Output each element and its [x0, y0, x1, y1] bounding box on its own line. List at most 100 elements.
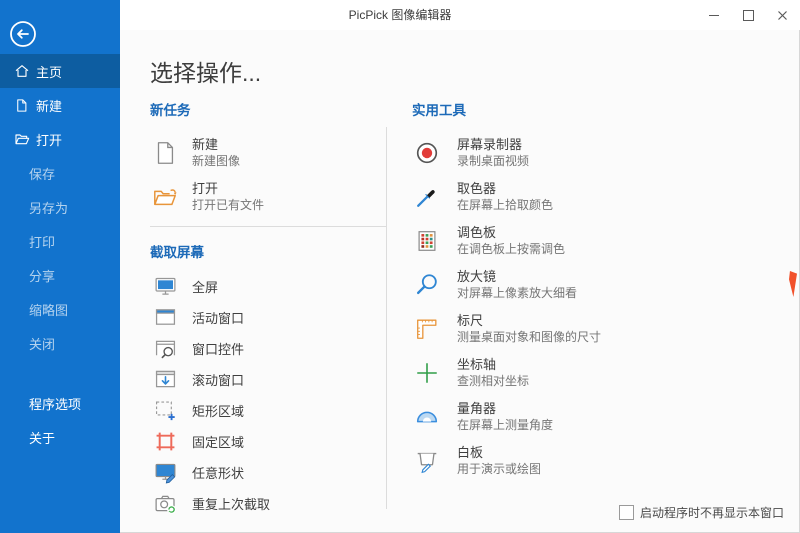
capture-label: 任意形状: [192, 466, 245, 481]
action-desc: 新建图像: [192, 153, 241, 168]
screen-recorder-icon: [412, 138, 442, 168]
back-button[interactable]: [8, 19, 38, 49]
tool-screen-recorder[interactable]: 屏幕录制器 录制桌面视频: [412, 133, 722, 173]
startup-checkbox[interactable]: [618, 505, 634, 520]
section-divider: [150, 226, 386, 227]
section-header-tools: 实用工具: [412, 103, 466, 118]
close-icon: [777, 11, 787, 20]
close-button[interactable]: [765, 1, 799, 30]
tool-protractor[interactable]: 量角器 在屏幕上测量角度: [412, 397, 722, 437]
capture-label: 重复上次截取: [192, 497, 271, 512]
tool-title: 标尺: [457, 312, 484, 328]
tool-desc: 在屏幕上测量角度: [457, 417, 554, 432]
capture-label: 全屏: [192, 280, 219, 295]
sidebar-item-options[interactable]: 程序选项: [0, 386, 120, 420]
sidebar-item-label: 分享: [29, 268, 56, 284]
capture-label: 活动窗口: [192, 311, 245, 326]
section-header-new-tasks: 新任务: [150, 103, 191, 118]
color-picker-icon: [412, 182, 442, 212]
capture-window-control[interactable]: 窗口控件: [150, 333, 386, 364]
capture-repeat-last[interactable]: 重复上次截取: [150, 488, 386, 519]
tool-whiteboard[interactable]: 白板 用于演示或绘图: [412, 441, 722, 481]
column-divider: [386, 127, 387, 509]
sidebar-item-save[interactable]: 保存: [0, 156, 120, 190]
tool-desc: 测量桌面对象和图像的尺寸: [457, 329, 602, 344]
window-control-icon: [150, 334, 180, 364]
tool-title: 调色板: [457, 224, 497, 240]
tool-desc: 在屏幕上拾取颜色: [457, 197, 554, 212]
minimize-button[interactable]: [697, 1, 731, 30]
tool-desc: 在调色板上按需调色: [457, 241, 566, 256]
sidebar-item-label: 另存为: [29, 200, 69, 216]
sidebar-item-label: 缩略图: [29, 302, 69, 318]
sidebar-item-thumbnail[interactable]: 缩略图: [0, 292, 120, 326]
tool-desc: 查测相对坐标: [457, 373, 530, 388]
ruler-icon: [412, 314, 442, 344]
capture-fullscreen[interactable]: 全屏: [150, 271, 386, 302]
sidebar-item-open[interactable]: 打开: [0, 122, 120, 156]
action-title: 新建: [192, 136, 219, 152]
tool-desc: 用于演示或绘图: [457, 461, 542, 476]
sidebar-nav: 主页 新建 打开 保存 另存为 打印 分享 缩略图 关闭 程序选项 关于: [0, 54, 120, 454]
home-icon: [13, 63, 30, 80]
scrolling-window-icon: [150, 365, 180, 395]
startup-option: 启动程序时不再显示本窗口: [618, 504, 784, 521]
left-column: 新任务 新建 新建图像 打开 打开已有文件 截取屏幕 全屏 活动窗口 窗口控件 …: [150, 99, 386, 519]
tool-title: 量角器: [457, 400, 497, 416]
tool-title: 屏幕录制器: [457, 136, 523, 152]
picpick-window: PicPick 图像编辑器 主页 新建 打开 保存 另存为 打印 分享 缩略图 …: [0, 0, 800, 533]
freehand-shape-icon: [150, 458, 180, 488]
capture-active-window[interactable]: 活动窗口: [150, 302, 386, 333]
capture-label: 矩形区域: [192, 404, 245, 419]
sidebar-item-label: 程序选项: [29, 396, 82, 412]
tool-color-palette[interactable]: 调色板 在调色板上按需调色: [412, 221, 722, 261]
sidebar-item-label: 打开: [36, 132, 63, 148]
sidebar-item-about[interactable]: 关于: [0, 420, 120, 454]
back-arrow-circle-icon: [10, 21, 36, 47]
sidebar-item-label: 保存: [29, 166, 56, 182]
active-window-icon: [150, 303, 180, 333]
capture-rectangle-region[interactable]: 矩形区域: [150, 395, 386, 426]
capture-label: 固定区域: [192, 435, 245, 450]
sidebar-item-close[interactable]: 关闭: [0, 326, 120, 360]
tool-magnifier[interactable]: 放大镜 对屏幕上像素放大细看: [412, 265, 722, 305]
sidebar-item-share[interactable]: 分享: [0, 258, 120, 292]
tool-ruler[interactable]: 标尺 测量桌面对象和图像的尺寸: [412, 309, 722, 349]
maximize-button[interactable]: [731, 1, 765, 30]
sidebar-item-label: 关于: [29, 430, 56, 446]
tool-desc: 录制桌面视频: [457, 153, 530, 168]
protractor-icon: [412, 402, 442, 432]
capture-scrolling-window[interactable]: 滚动窗口: [150, 364, 386, 395]
new-file-icon: [13, 97, 30, 114]
sidebar-item-new[interactable]: 新建: [0, 88, 120, 122]
sidebar-item-print[interactable]: 打印: [0, 224, 120, 258]
action-desc: 打开已有文件: [192, 197, 265, 212]
right-column: 实用工具 屏幕录制器 录制桌面视频 取色器 在屏幕上拾取颜色 调色板 在调色板上…: [412, 99, 722, 485]
sidebar-item-label: 新建: [36, 98, 63, 114]
action-open-file[interactable]: 打开 打开已有文件: [150, 177, 386, 217]
color-palette-icon: [412, 226, 442, 256]
fixed-region-icon: [150, 427, 180, 457]
tool-desc: 对屏幕上像素放大细看: [457, 285, 578, 300]
tool-title: 白板: [457, 444, 484, 460]
sidebar-item-home[interactable]: 主页: [0, 54, 120, 88]
window-controls: [697, 1, 799, 30]
open-file-icon: [13, 131, 30, 148]
capture-freehand-shape[interactable]: 任意形状: [150, 457, 386, 488]
tool-crosshair[interactable]: 坐标轴 查测相对坐标: [412, 353, 722, 393]
repeat-capture-icon: [150, 489, 180, 519]
sidebar-item-label: 打印: [29, 234, 56, 250]
startup-checkbox-label[interactable]: 启动程序时不再显示本窗口: [640, 504, 784, 521]
action-new-image[interactable]: 新建 新建图像: [150, 133, 386, 173]
minimize-icon: [709, 15, 719, 16]
tool-color-picker[interactable]: 取色器 在屏幕上拾取颜色: [412, 177, 722, 217]
magnifier-icon: [412, 270, 442, 300]
sidebar-item-save-as[interactable]: 另存为: [0, 190, 120, 224]
crosshair-icon: [412, 358, 442, 388]
capture-fixed-region[interactable]: 固定区域: [150, 426, 386, 457]
open-folder-icon: [150, 182, 180, 212]
section-header-screen-capture: 截取屏幕: [150, 245, 204, 260]
maximize-icon: [742, 10, 754, 21]
fullscreen-icon: [150, 272, 180, 302]
tool-title: 坐标轴: [457, 356, 497, 372]
